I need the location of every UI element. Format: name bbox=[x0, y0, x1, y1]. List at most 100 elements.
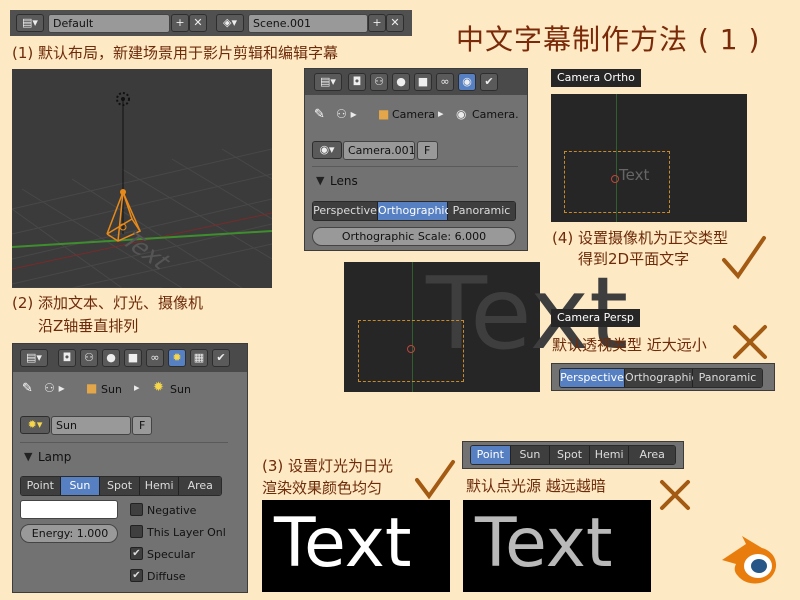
orthographic-scale-field[interactable]: Orthographic Scale: 6.000 bbox=[312, 227, 516, 246]
camera-divider bbox=[312, 166, 518, 167]
add-layout-icon[interactable]: + bbox=[171, 14, 189, 32]
lamp-hemi-button[interactable]: Hemi bbox=[139, 477, 180, 495]
scene-tab-icon[interactable]: ⚇ bbox=[370, 73, 388, 91]
note-step4-line1: (4) 设置摄像机为正交类型 bbox=[552, 229, 729, 247]
note-step3-line2: 渲染效果颜色均匀 bbox=[262, 479, 383, 497]
camera-data-icon: ◉ bbox=[456, 107, 467, 121]
lamp-color-swatch[interactable] bbox=[20, 500, 118, 519]
layout-select[interactable]: Default bbox=[48, 14, 170, 33]
world-tab-icon[interactable]: ● bbox=[392, 73, 410, 91]
close-scene-icon[interactable]: ✕ bbox=[386, 14, 404, 32]
chevron-right-icon: ▸ bbox=[134, 381, 140, 394]
camera-ortho-label: Camera Ortho bbox=[551, 69, 641, 87]
lamp-datablock-icon[interactable]: ✹▾ bbox=[20, 416, 50, 434]
lamp-fake-user-button[interactable]: F bbox=[132, 416, 152, 435]
scene-bullet-icon: ⚇ ▸ bbox=[336, 107, 357, 121]
chevron-right-icon: ▸ bbox=[438, 107, 444, 120]
render-tab-icon[interactable]: ◘ bbox=[58, 349, 76, 367]
lamp-section-header[interactable]: Lamp bbox=[38, 450, 71, 464]
editor-type-icon[interactable]: ▤▾ bbox=[16, 14, 44, 32]
scene-tab-icon[interactable]: ⚇ bbox=[80, 349, 98, 367]
point-lamp-hemi-button[interactable]: Hemi bbox=[589, 446, 630, 464]
negative-label: Negative bbox=[147, 504, 197, 517]
lens-section-header[interactable]: Lens bbox=[330, 174, 358, 188]
camera-properties-panel bbox=[304, 68, 528, 251]
camera-fake-user-button[interactable]: F bbox=[417, 141, 438, 160]
render-point-result: Text bbox=[463, 500, 651, 592]
check-mark-icon bbox=[722, 236, 766, 280]
render-tab-icon[interactable]: ◘ bbox=[348, 73, 366, 91]
note-persp: 默认透视类型 近大远小 bbox=[552, 336, 707, 354]
point-lamp-sun-button[interactable]: Sun bbox=[510, 446, 551, 464]
editor-type-icon[interactable]: ▤▾ bbox=[314, 73, 342, 91]
ortho-origin-icon bbox=[611, 175, 619, 183]
world-tab-icon[interactable]: ● bbox=[102, 349, 120, 367]
camera-persp-label: Camera Persp bbox=[551, 309, 640, 327]
lamp-spot-button[interactable]: Spot bbox=[100, 477, 140, 495]
point-lamp-spot-button[interactable]: Spot bbox=[550, 446, 590, 464]
lamp-collapse-icon[interactable]: ▼ bbox=[24, 450, 32, 463]
lens-perspective-button[interactable]: Perspective bbox=[313, 202, 379, 220]
breadcrumb-lamp-data: Sun bbox=[170, 383, 191, 396]
specular-label: Specular bbox=[147, 548, 196, 561]
point-lamp-point-button[interactable]: Point bbox=[471, 446, 511, 464]
cross-mark-icon bbox=[660, 480, 690, 510]
object-tab-icon[interactable]: ■ bbox=[124, 349, 142, 367]
physics-tab-icon[interactable]: ✔ bbox=[480, 73, 498, 91]
specular-checkbox[interactable]: ✔ bbox=[130, 547, 143, 560]
check-mark-icon bbox=[415, 460, 455, 500]
camera-datablock-icon[interactable]: ◉▾ bbox=[312, 141, 342, 159]
lamp-data-tab-icon[interactable]: ✹ bbox=[168, 349, 186, 367]
camera-ortho-view[interactable]: Text bbox=[551, 94, 747, 222]
add-scene-icon[interactable]: + bbox=[368, 14, 386, 32]
cross-mark-icon bbox=[733, 325, 767, 359]
lamp-divider bbox=[20, 442, 228, 443]
this-layer-only-label: This Layer Onl bbox=[147, 526, 226, 539]
diffuse-checkbox[interactable]: ✔ bbox=[130, 569, 143, 582]
3d-viewport[interactable]: Text bbox=[12, 69, 272, 288]
texture-tab-icon[interactable]: ▦ bbox=[190, 349, 208, 367]
this-layer-only-checkbox[interactable] bbox=[130, 525, 143, 538]
persp-lens-panoramic-button[interactable]: Panoramic bbox=[693, 369, 762, 387]
physics-tab-icon[interactable]: ✔ bbox=[212, 349, 230, 367]
scene-icon[interactable]: ◈▾ bbox=[216, 14, 244, 32]
object-tab-icon[interactable]: ■ bbox=[414, 73, 432, 91]
note-step2-line1: (2) 添加文本、灯光、摄像机 bbox=[12, 294, 204, 312]
breadcrumb-lamp-object: Sun bbox=[101, 383, 122, 396]
lens-collapse-icon[interactable]: ▼ bbox=[316, 174, 324, 187]
constraint-tab-icon[interactable]: ∞ bbox=[146, 349, 164, 367]
diffuse-label: Diffuse bbox=[147, 570, 186, 583]
persp-lens-perspective-button[interactable]: Perspective bbox=[560, 369, 626, 387]
page-title: 中文字幕制作方法 ( 1 ) bbox=[456, 23, 761, 56]
camera-data-tab-icon[interactable]: ◉ bbox=[458, 73, 476, 91]
render-point-text: Text bbox=[475, 504, 613, 583]
scene-select[interactable]: Scene.001 bbox=[248, 14, 368, 33]
camera-datablock-name[interactable]: Camera.001 bbox=[343, 141, 415, 160]
negative-checkbox[interactable] bbox=[130, 503, 143, 516]
camera-lens-type: Perspective Orthographic Panoramic bbox=[312, 201, 516, 221]
pin-icon[interactable]: ✎ bbox=[314, 107, 325, 122]
point-lamp-type-selector: Point Sun Spot Hemi Area bbox=[470, 445, 676, 465]
point-lamp-area-button[interactable]: Area bbox=[629, 446, 675, 464]
scene-bullet-icon: ⚇ ▸ bbox=[44, 381, 65, 395]
lens-panoramic-button[interactable]: Panoramic bbox=[448, 202, 515, 220]
blender-logo-icon bbox=[722, 536, 777, 584]
lamp-energy-field[interactable]: Energy: 1.000 bbox=[20, 524, 118, 543]
lamp-type-selector: Point Sun Spot Hemi Area bbox=[20, 476, 222, 496]
render-sun-result: Text bbox=[262, 500, 450, 592]
lamp-point-button[interactable]: Point bbox=[21, 477, 61, 495]
lamp-sun-button[interactable]: Sun bbox=[60, 477, 101, 495]
lamp-area-button[interactable]: Area bbox=[179, 477, 221, 495]
editor-type-icon[interactable]: ▤▾ bbox=[20, 349, 48, 367]
camera-persp-view[interactable]: Text bbox=[344, 255, 628, 392]
note-step2-line2: 沿Z轴垂直排列 bbox=[38, 317, 139, 335]
pin-icon[interactable]: ✎ bbox=[22, 381, 33, 396]
render-sun-text: Text bbox=[274, 504, 412, 583]
note-point: 默认点光源 越远越暗 bbox=[466, 477, 606, 495]
lamp-datablock-name[interactable]: Sun bbox=[51, 416, 131, 435]
close-layout-icon[interactable]: ✕ bbox=[189, 14, 207, 32]
constraint-tab-icon[interactable]: ∞ bbox=[436, 73, 454, 91]
persp-lens-type: Perspective Orthographic Panoramic bbox=[559, 368, 763, 388]
lens-orthographic-button[interactable]: Orthographic bbox=[378, 202, 451, 220]
persp-lens-orthographic-button[interactable]: Orthographic bbox=[625, 369, 698, 387]
